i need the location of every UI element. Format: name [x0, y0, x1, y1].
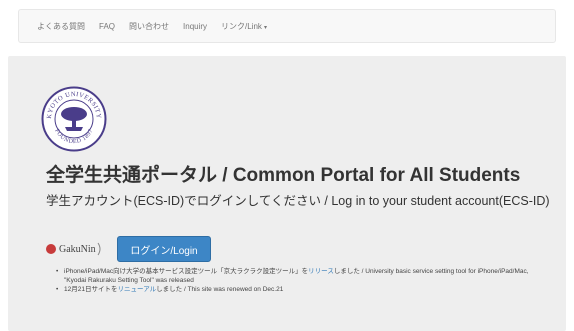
login-instruction: 学生アカウント(ECS-ID)でログインしてください / Log in to y… — [46, 194, 550, 208]
top-navbar: よくある質問 FAQ 問い合わせ Inquiry リンク/Link ▾ — [18, 9, 556, 43]
gakunin-dot-icon — [46, 244, 56, 254]
news-item-text: 12月21日サイトを — [64, 286, 118, 293]
news-item-text: iPhone/iPad/Mac向け大学の基本サービス設定ツール「京大ラクラク設定… — [64, 268, 309, 275]
news-item: iPhone/iPad/Mac向け大学の基本サービス設定ツール「京大ラクラク設定… — [56, 268, 546, 285]
news-link-renewal[interactable]: リニューアル — [117, 286, 156, 293]
nav-link-faq-ja[interactable]: よくある質問 — [37, 21, 85, 32]
page-title: 全学生共通ポータル / Common Portal for All Studen… — [46, 165, 521, 186]
nav-link-faq-en[interactable]: FAQ — [99, 22, 115, 31]
news-list: iPhone/iPad/Mac向け大学の基本サービス設定ツール「京大ラクラク設定… — [56, 268, 546, 296]
news-item-text: しました / This site was renewed on Dec.21 — [156, 286, 284, 293]
university-seal-logo: KYOTO UNIVERSITY FOUNDED 1897 — [41, 86, 107, 152]
gakunin-bracket-icon — [97, 242, 101, 256]
nav-link-inquiry-en[interactable]: Inquiry — [183, 22, 207, 31]
news-item: 12月21日サイトをリニューアルしました / This site was ren… — [56, 286, 546, 295]
nav-dropdown-links-label: リンク/Link — [221, 21, 262, 31]
caret-down-icon: ▾ — [263, 24, 267, 31]
gakunin-wordmark: GakuNin — [59, 243, 96, 255]
gakunin-logo: GakuNin — [46, 240, 103, 258]
nav-dropdown-links[interactable]: リンク/Link ▾ — [221, 21, 267, 32]
news-link-release[interactable]: リリース — [308, 268, 334, 275]
login-button[interactable]: ログイン/Login — [117, 236, 211, 262]
nav-link-inquiry-ja[interactable]: 問い合わせ — [129, 21, 169, 32]
